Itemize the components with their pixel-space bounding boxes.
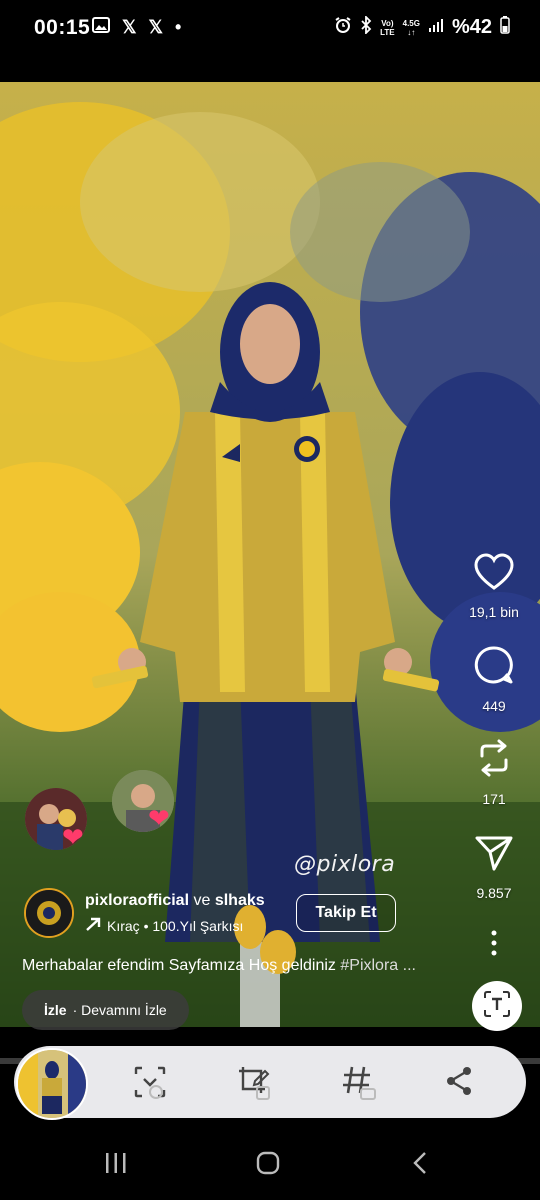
author-names[interactable]: pixloraofficial ve slhaks	[85, 892, 265, 910]
caption-text: Merhabalar efendim Sayfamıza Hoş geldini…	[22, 957, 341, 974]
watch-more-pill[interactable]: İzle · Devamını İzle	[22, 990, 189, 1030]
network-indicator: 4.5G ↓↑	[402, 18, 420, 37]
watch-more-label: · Devamını İzle	[72, 1002, 167, 1018]
battery-percent: %42	[451, 16, 492, 38]
dot-icon: •	[175, 17, 182, 37]
tool-edit[interactable]	[234, 1064, 274, 1104]
tool-hashtag[interactable]	[338, 1064, 378, 1104]
reel-scene	[0, 82, 540, 1027]
battery-icon	[500, 16, 510, 39]
send-icon[interactable]	[462, 834, 526, 877]
heart-reaction-icon: ❤	[148, 803, 170, 833]
recent-apps-button[interactable]	[96, 1150, 136, 1180]
back-icon	[412, 1151, 428, 1180]
music-info[interactable]: Kıraç • 100.Yıl Şarkısı	[85, 916, 243, 935]
volte-indicator: Vo) LTE	[380, 18, 395, 37]
music-label: Kıraç • 100.Yıl Şarkısı	[107, 917, 244, 934]
tool-scan[interactable]	[130, 1064, 170, 1104]
watch-label: İzle	[44, 1002, 67, 1018]
repost-icon[interactable]	[462, 738, 526, 783]
more-options[interactable]	[462, 930, 526, 961]
like-action[interactable]: 19,1 bin	[462, 553, 526, 620]
x-icon: 𝕏	[122, 17, 137, 37]
follow-button[interactable]: Takip Et	[296, 894, 396, 932]
comment-action[interactable]: 449	[462, 645, 526, 714]
share-action[interactable]: 9.857	[462, 834, 526, 901]
trending-arrow-icon	[85, 916, 103, 935]
edit-crop-icon	[235, 1063, 273, 1106]
comment-count: 449	[482, 698, 506, 714]
recent-apps-icon	[104, 1152, 128, 1179]
screenshot-thumbnail[interactable]	[16, 1048, 88, 1120]
tool-share[interactable]	[440, 1064, 480, 1104]
repost-count: 171	[482, 791, 506, 807]
repost-action[interactable]: 171	[462, 738, 526, 807]
home-button[interactable]	[248, 1150, 288, 1180]
more-vertical-icon[interactable]	[462, 930, 526, 961]
status-bar: 00:15 𝕏 𝕏 • Vo) LTE 4.5G ↓↑ %42	[0, 0, 540, 60]
author-username[interactable]: pixloraofficial	[85, 892, 189, 909]
heart-reaction-icon: ❤	[62, 822, 84, 852]
notification-icons: 𝕏 𝕏 •	[92, 17, 181, 38]
comment-icon[interactable]	[462, 645, 526, 690]
caption[interactable]: Merhabalar efendim Sayfamıza Hoş geldini…	[22, 957, 416, 975]
heart-icon[interactable]	[462, 553, 526, 596]
capture-toolbar	[14, 1046, 526, 1120]
scan-icon	[132, 1064, 168, 1105]
text-scan-icon	[483, 990, 511, 1023]
reel-video[interactable]	[0, 82, 540, 1027]
text-detect-button[interactable]	[472, 981, 522, 1031]
system-icons: Vo) LTE 4.5G ↓↑ %42	[334, 14, 510, 39]
share-icon	[441, 1063, 479, 1106]
alarm-icon	[334, 16, 352, 39]
back-button[interactable]	[400, 1150, 440, 1180]
image-icon	[92, 17, 110, 38]
caption-hashtag[interactable]: #Pixlora ...	[340, 957, 416, 974]
home-icon	[255, 1150, 281, 1181]
author-avatar[interactable]	[24, 888, 74, 938]
signal-icon	[428, 17, 444, 38]
video-watermark: @pixlora	[294, 852, 396, 877]
x-icon: 𝕏	[148, 17, 164, 37]
share-count: 9.857	[476, 885, 512, 901]
author-conjunction: ve	[189, 892, 215, 909]
status-time: 00:15	[34, 16, 91, 39]
system-nav-bar	[0, 1128, 540, 1200]
like-count: 19,1 bin	[469, 604, 519, 620]
hashtag-icon	[339, 1063, 377, 1106]
bluetooth-icon	[360, 14, 372, 39]
collab-username[interactable]: slhaks	[215, 892, 265, 909]
